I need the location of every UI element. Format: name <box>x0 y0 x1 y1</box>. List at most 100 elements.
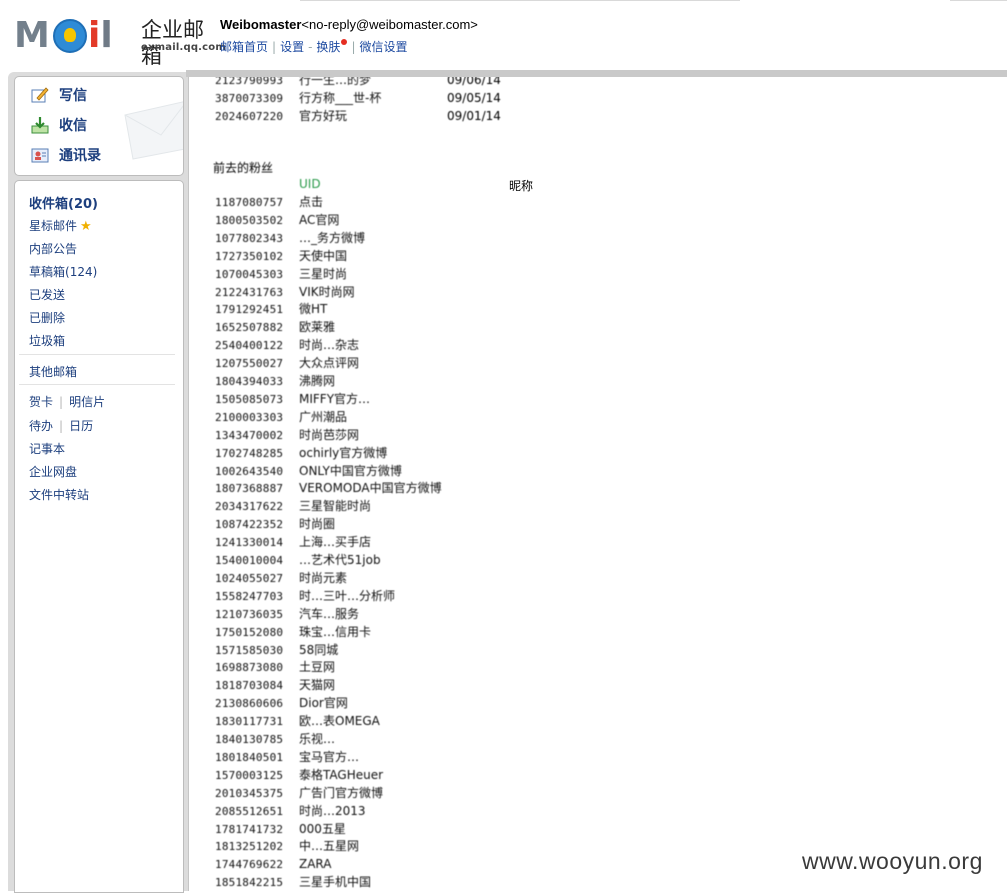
row-uid: 1818703084 <box>215 679 284 693</box>
row-uid: 1804394033 <box>215 375 284 388</box>
row-uid: 1241330014 <box>215 536 284 550</box>
row-nickname: 时尚…杂志 <box>299 338 360 353</box>
table-row: 1698873080 土豆网 <box>215 658 335 676</box>
row-uid: 1800503502 <box>215 213 284 227</box>
table-row: 1024055027 时尚元素 <box>215 569 347 587</box>
sender-name: Weibomaster <box>220 17 302 32</box>
tool-todo[interactable]: 待办 <box>29 419 53 433</box>
tool-greeting-card[interactable]: 贺卡 <box>29 395 53 409</box>
contacts-icon <box>31 146 49 164</box>
row-uid: 1077802343 <box>215 231 284 245</box>
row-nickname: 上海…买手店 <box>299 535 372 550</box>
tools-row-1: 贺卡 | 明信片 <box>29 395 106 409</box>
table-row: 1744769622 ZARA <box>215 855 332 873</box>
row-nickname: 宝马官方… <box>299 749 360 764</box>
row-nickname: VIK时尚网 <box>299 284 355 299</box>
row-nickname: 58同城 <box>299 642 339 657</box>
table-row: 1540010004 …艺术代51job <box>215 551 381 569</box>
link-skin[interactable]: 换肤 <box>316 40 340 54</box>
folder-deleted[interactable]: 已删除 <box>29 309 65 326</box>
folder-trash[interactable]: 垃圾箱 <box>29 332 65 349</box>
row-nickname: 广州潮品 <box>299 409 348 424</box>
contacts-label: 通讯录 <box>59 148 101 164</box>
row-uid: 2122431763 <box>215 285 284 299</box>
sender-line: Weibomaster<no-reply@weibomaster.com> <box>220 17 478 33</box>
row-uid: 2540400122 <box>215 339 284 353</box>
logo-il: il <box>88 15 113 56</box>
row-nickname: 汽车…服务 <box>299 606 360 621</box>
table-row: 1702748285 ochirly官方微博 <box>215 444 387 462</box>
row-uid: 1727350102 <box>215 249 284 263</box>
table-row: 1558247703 时…三叶…分析师 <box>215 587 395 605</box>
table-row: 2123790993 行一生…的梦 09/06/14 <box>215 77 501 89</box>
row-nickname: …_务方微博 <box>299 230 366 245</box>
row-uid: 1781741732 <box>215 822 284 836</box>
table-row: 2085512651 时尚…2013 <box>215 802 366 820</box>
row-nickname: 时尚圈 <box>299 517 336 532</box>
row-nickname: 天使中国 <box>299 248 348 263</box>
table-row: 1804394033 沸腾网 <box>215 372 335 390</box>
link-wechat-settings[interactable]: 微信设置 <box>359 40 407 54</box>
table-row: 1818703084 天猫网 <box>215 676 335 694</box>
row-nickname: 中…五星网 <box>299 839 360 854</box>
tool-notes[interactable]: 记事本 <box>29 440 65 457</box>
contacts-button[interactable]: 通讯录 <box>31 143 131 167</box>
logo[interactable]: M il 企业邮箱 exmail.qq.com <box>14 15 226 69</box>
logo-url: exmail.qq.com <box>141 42 226 53</box>
star-icon: ★ <box>80 219 92 234</box>
row-uid: 2010345375 <box>215 786 284 800</box>
folder-divider <box>19 384 175 385</box>
logo-o-icon <box>53 19 87 53</box>
sender-email: <no-reply@weibomaster.com> <box>301 17 478 32</box>
table-row: 1210736035 汽车…服务 <box>215 605 359 623</box>
watermark: www.wooyun.org <box>802 848 983 874</box>
folder-drafts[interactable]: 草稿箱(124) <box>29 263 97 280</box>
table-row: 2010345375 广告门官方微博 <box>215 784 383 802</box>
row-uid: 1652507882 <box>215 321 284 335</box>
row-date: 09/06/14 <box>447 77 501 87</box>
tool-calendar[interactable]: 日历 <box>69 419 93 433</box>
table-row: 1571585030 58同城 <box>215 641 338 659</box>
row-nickname: MIFFY官方… <box>299 391 371 406</box>
folder-panel: 收件箱(20) 星标邮件 ★ 内部公告 草稿箱(124) 已发送 已删除 垃圾箱 … <box>14 180 184 893</box>
row-date: 09/05/14 <box>447 91 501 105</box>
tool-netdisk[interactable]: 企业网盘 <box>29 463 77 480</box>
table-row: 1781741732 000五星 <box>215 820 346 838</box>
row-uid: 1698873080 <box>215 661 284 675</box>
folder-starred[interactable]: 星标邮件 ★ <box>29 217 92 234</box>
table-row: 1750152080 珠宝…信用卡 <box>215 623 371 641</box>
folder-notice[interactable]: 内部公告 <box>29 240 77 257</box>
folder-inbox[interactable]: 收件箱(20) <box>29 193 98 212</box>
row-uid: 1571585030 <box>215 643 284 657</box>
table-row: 2122431763 VIK时尚网 <box>215 283 355 301</box>
row-nickname: 天猫网 <box>299 678 336 693</box>
frame-top-bar <box>186 70 1007 77</box>
row-uid: 1813251202 <box>215 840 284 854</box>
row-nickname: 大众点评网 <box>299 356 360 371</box>
compose-button[interactable]: 写信 <box>31 83 131 107</box>
folder-sent[interactable]: 已发送 <box>29 286 65 303</box>
row-uid: 1791292451 <box>215 303 284 317</box>
row-nickname: ochirly官方微博 <box>299 445 388 460</box>
row-uid: 2130860606 <box>215 697 284 711</box>
tool-postcard[interactable]: 明信片 <box>69 395 105 409</box>
notification-dot-icon <box>341 39 348 45</box>
link-settings[interactable]: 设置 <box>280 40 304 54</box>
logo-m: M <box>14 15 50 56</box>
row-nickname: 时尚芭莎网 <box>299 427 360 442</box>
link-home[interactable]: 邮箱首页 <box>220 40 268 54</box>
table-row: 2034317622 三星智能时尚 <box>215 497 371 515</box>
row-uid: 1840130785 <box>215 733 284 746</box>
table-row: 1343470002 时尚芭莎网 <box>215 426 359 444</box>
table-row: 1800503502 AC官网 <box>215 211 339 229</box>
mail-body: 2123790993 行一生…的梦 09/06/14 3870073309 行方称___… <box>188 77 1007 891</box>
folder-other-mailbox[interactable]: 其他邮箱 <box>29 363 77 380</box>
receive-button[interactable]: 收信 <box>31 113 131 137</box>
row-nickname: 000五星 <box>299 821 346 836</box>
table-row: 2540400122 时尚…杂志 <box>215 336 359 354</box>
row-uid: 1024055027 <box>215 571 284 585</box>
tool-file-transfer[interactable]: 文件中转站 <box>29 486 89 503</box>
folder-starred-label: 星标邮件 <box>29 219 78 233</box>
table-row: 2130860606 Dior官网 <box>215 694 348 712</box>
table-row: 1830117731 欧…表OMEGA <box>215 712 380 730</box>
